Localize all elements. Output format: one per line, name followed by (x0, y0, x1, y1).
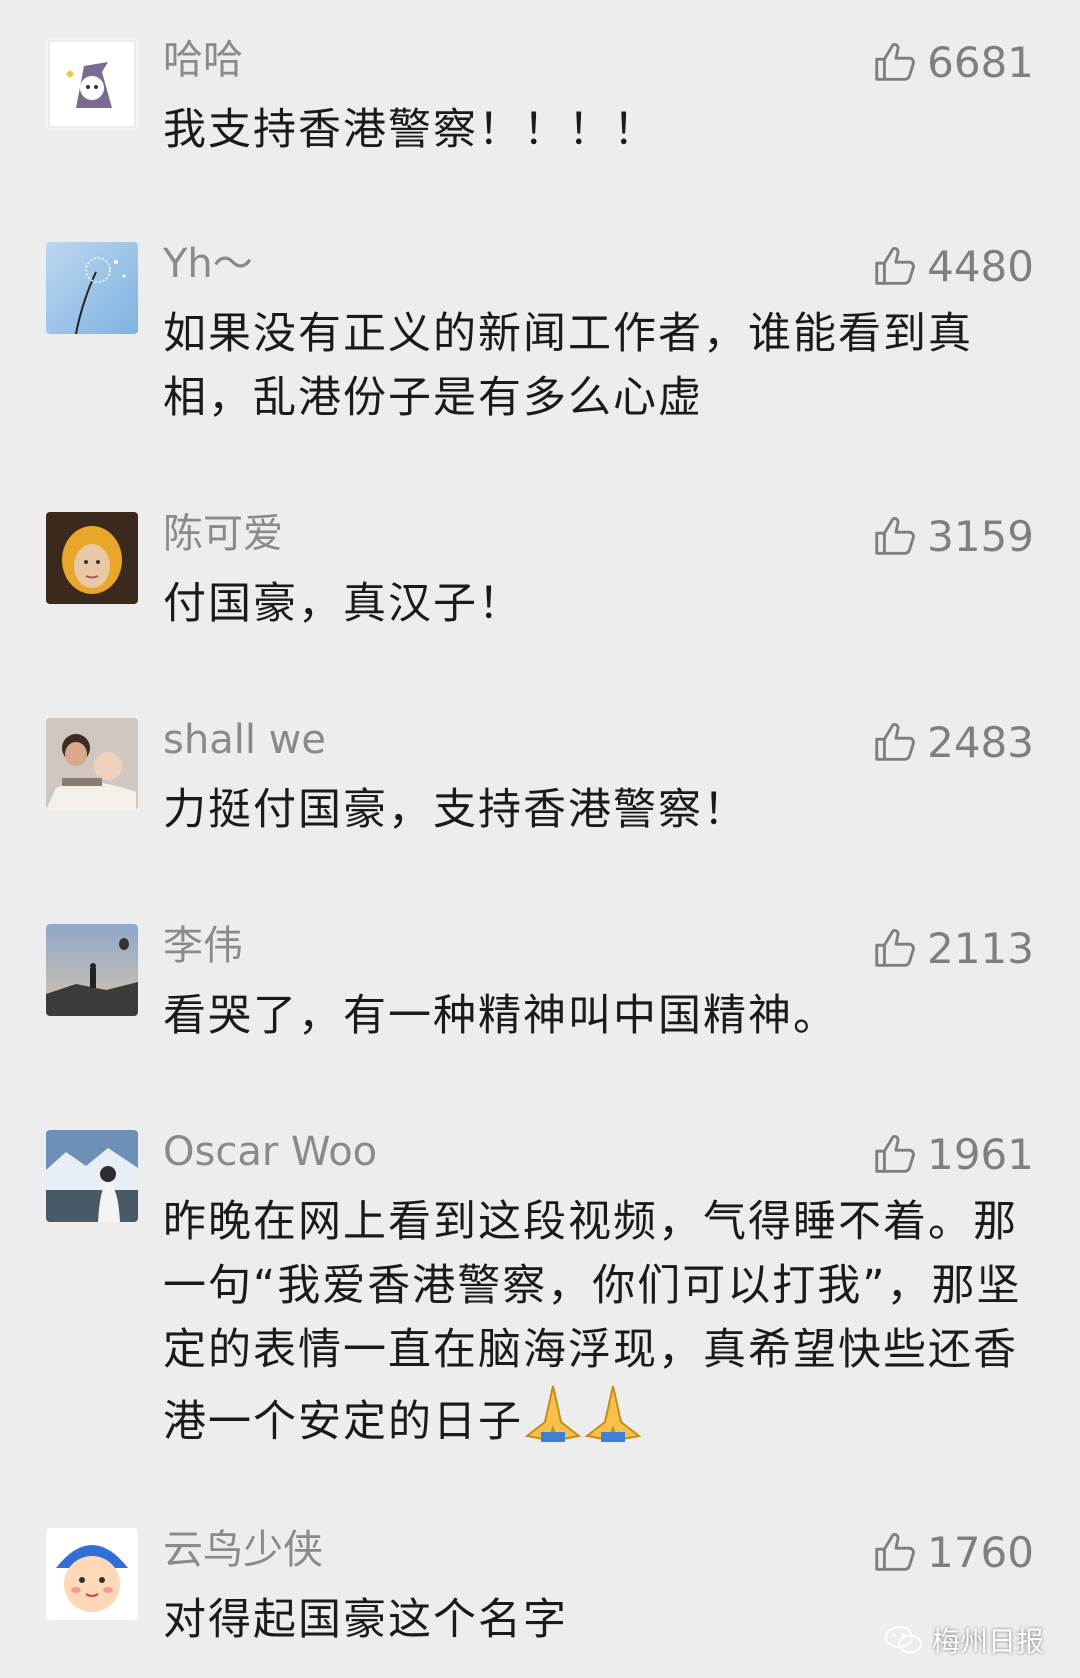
thumbs-up-icon (875, 929, 915, 967)
like-count: 2113 (927, 923, 1034, 973)
comment-author[interactable]: 李伟 (163, 922, 243, 970)
thumbs-up-icon (875, 43, 915, 81)
like-count: 4480 (927, 241, 1034, 291)
comment-author[interactable]: 哈哈 (163, 36, 243, 84)
like-count: 1961 (927, 1129, 1034, 1179)
like-button[interactable]: 4480 (871, 238, 1034, 294)
thumbs-up-icon (875, 723, 915, 761)
like-count: 1760 (927, 1527, 1034, 1577)
comment-text: 力挺付国豪，支持香港警察！ (163, 785, 748, 835)
like-button[interactable]: 3159 (871, 508, 1034, 564)
avatar[interactable] (46, 38, 138, 130)
comment-author[interactable]: 陈可爱 (163, 510, 283, 558)
like-button[interactable]: 6681 (871, 34, 1034, 90)
thumbs-up-icon (875, 517, 915, 555)
folded-hands-emoji (523, 1382, 643, 1460)
avatar[interactable] (46, 718, 138, 810)
comment-author[interactable]: shall we (163, 716, 326, 764)
like-count: 6681 (927, 37, 1034, 87)
like-count: 2483 (927, 717, 1034, 767)
avatar[interactable] (46, 242, 138, 334)
comment-text: 如果没有正义的新闻工作者，谁能看到真相，乱港份子是有多么心虚 (163, 309, 973, 423)
comment-author[interactable]: 云鸟少侠 (163, 1526, 323, 1574)
wechat-icon (884, 1626, 922, 1654)
thumbs-up-icon (875, 1533, 915, 1571)
avatar[interactable] (46, 924, 138, 1016)
comment-text: 我支持香港警察！！！！ (163, 105, 658, 155)
comment-text: 付国豪，真汉子！ (163, 579, 523, 629)
comment-author[interactable]: Yh～ (163, 240, 253, 288)
like-button[interactable]: 1961 (871, 1126, 1034, 1182)
thumbs-up-icon (875, 247, 915, 285)
like-count: 3159 (927, 511, 1034, 561)
watermark: 梅州日报 (884, 1620, 1044, 1660)
watermark-text: 梅州日报 (931, 1625, 1044, 1658)
like-button[interactable]: 2113 (871, 920, 1034, 976)
thumbs-up-icon (875, 1135, 915, 1173)
like-button[interactable]: 2483 (871, 714, 1034, 770)
avatar[interactable] (46, 1528, 138, 1620)
avatar[interactable] (46, 512, 138, 604)
comment-author[interactable]: Oscar Woo (163, 1128, 377, 1176)
comment-text: 看哭了，有一种精神叫中国精神。 (163, 991, 838, 1041)
avatar[interactable] (46, 1130, 138, 1222)
comment-text: 昨晚在网上看到这段视频，气得睡不着。那一句“我爱香港警察，你们可以打我”，那坚定… (163, 1190, 1023, 1460)
like-button[interactable]: 1760 (871, 1524, 1034, 1580)
